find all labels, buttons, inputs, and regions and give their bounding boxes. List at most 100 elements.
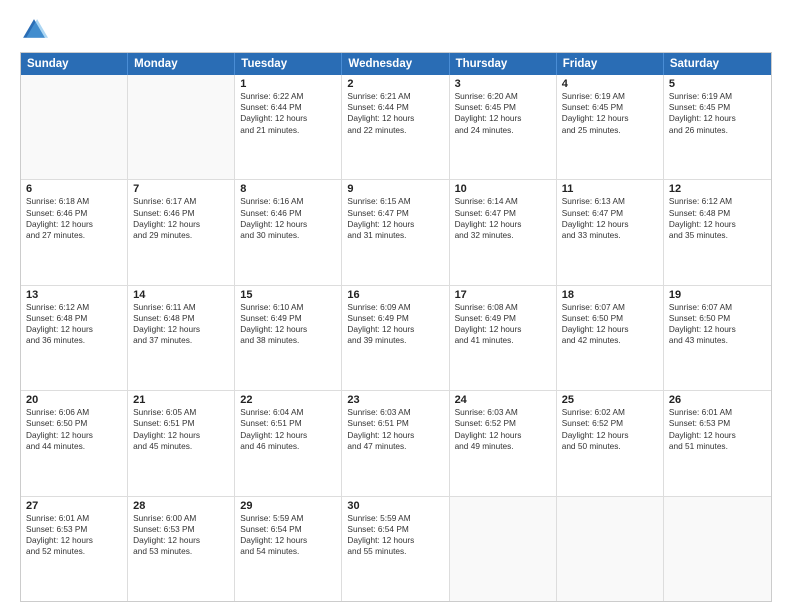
cell-info-line: and 32 minutes. [455,230,551,241]
day-cell-25: 25Sunrise: 6:02 AMSunset: 6:52 PMDayligh… [557,391,664,495]
cell-info-line: Sunrise: 6:09 AM [347,302,443,313]
cell-info-line: Sunset: 6:54 PM [240,524,336,535]
day-number: 22 [240,394,336,406]
cell-info-line: Sunset: 6:50 PM [669,313,766,324]
day-cell-28: 28Sunrise: 6:00 AMSunset: 6:53 PMDayligh… [128,497,235,601]
cell-info-line: Sunset: 6:46 PM [133,208,229,219]
day-number: 10 [455,183,551,195]
cell-info-line: Sunrise: 6:20 AM [455,91,551,102]
day-number: 28 [133,500,229,512]
day-cell-14: 14Sunrise: 6:11 AMSunset: 6:48 PMDayligh… [128,286,235,390]
cell-info-line: Daylight: 12 hours [347,535,443,546]
day-cell-5: 5Sunrise: 6:19 AMSunset: 6:45 PMDaylight… [664,75,771,179]
weekday-header-sunday: Sunday [21,53,128,75]
calendar-row-5: 27Sunrise: 6:01 AMSunset: 6:53 PMDayligh… [21,497,771,601]
cell-info-line: Sunrise: 6:13 AM [562,196,658,207]
day-number: 21 [133,394,229,406]
day-number: 16 [347,289,443,301]
day-cell-7: 7Sunrise: 6:17 AMSunset: 6:46 PMDaylight… [128,180,235,284]
cell-info-line: Sunrise: 6:05 AM [133,407,229,418]
day-number: 2 [347,78,443,90]
cell-info-line: Sunset: 6:47 PM [455,208,551,219]
cell-info-line: Sunset: 6:47 PM [347,208,443,219]
cell-info-line: Daylight: 12 hours [347,113,443,124]
cell-info-line: Sunset: 6:45 PM [562,102,658,113]
day-number: 7 [133,183,229,195]
cell-info-line: and 50 minutes. [562,441,658,452]
day-cell-19: 19Sunrise: 6:07 AMSunset: 6:50 PMDayligh… [664,286,771,390]
weekday-header-monday: Monday [128,53,235,75]
cell-info-line: Sunrise: 6:06 AM [26,407,122,418]
cell-info-line: Sunset: 6:53 PM [133,524,229,535]
day-number: 26 [669,394,766,406]
cell-info-line: Sunrise: 6:07 AM [562,302,658,313]
day-cell-20: 20Sunrise: 6:06 AMSunset: 6:50 PMDayligh… [21,391,128,495]
cell-info-line: Sunset: 6:45 PM [455,102,551,113]
cell-info-line: Sunrise: 6:15 AM [347,196,443,207]
cell-info-line: and 31 minutes. [347,230,443,241]
cell-info-line: and 53 minutes. [133,546,229,557]
day-cell-18: 18Sunrise: 6:07 AMSunset: 6:50 PMDayligh… [557,286,664,390]
cell-info-line: and 25 minutes. [562,125,658,136]
day-number: 11 [562,183,658,195]
cell-info-line: Daylight: 12 hours [347,219,443,230]
calendar-header: SundayMondayTuesdayWednesdayThursdayFrid… [21,53,771,75]
cell-info-line: Sunrise: 6:08 AM [455,302,551,313]
cell-info-line: Sunrise: 6:17 AM [133,196,229,207]
cell-info-line: Daylight: 12 hours [455,430,551,441]
empty-cell [21,75,128,179]
cell-info-line: and 51 minutes. [669,441,766,452]
cell-info-line: Sunrise: 5:59 AM [240,513,336,524]
cell-info-line: Sunset: 6:52 PM [455,418,551,429]
cell-info-line: and 54 minutes. [240,546,336,557]
day-cell-2: 2Sunrise: 6:21 AMSunset: 6:44 PMDaylight… [342,75,449,179]
cell-info-line: and 38 minutes. [240,335,336,346]
cell-info-line: Daylight: 12 hours [133,324,229,335]
day-number: 1 [240,78,336,90]
cell-info-line: and 37 minutes. [133,335,229,346]
header [20,16,772,44]
cell-info-line: Sunset: 6:46 PM [26,208,122,219]
cell-info-line: and 43 minutes. [669,335,766,346]
cell-info-line: Daylight: 12 hours [26,324,122,335]
day-number: 15 [240,289,336,301]
cell-info-line: Sunset: 6:44 PM [240,102,336,113]
cell-info-line: Sunrise: 6:01 AM [26,513,122,524]
cell-info-line: and 27 minutes. [26,230,122,241]
weekday-header-wednesday: Wednesday [342,53,449,75]
cell-info-line: and 52 minutes. [26,546,122,557]
calendar-row-2: 6Sunrise: 6:18 AMSunset: 6:46 PMDaylight… [21,180,771,285]
cell-info-line: Sunrise: 6:22 AM [240,91,336,102]
cell-info-line: and 35 minutes. [669,230,766,241]
cell-info-line: Daylight: 12 hours [133,430,229,441]
cell-info-line: Daylight: 12 hours [562,430,658,441]
cell-info-line: Daylight: 12 hours [562,113,658,124]
cell-info-line: Daylight: 12 hours [562,324,658,335]
cell-info-line: Sunset: 6:51 PM [347,418,443,429]
cell-info-line: Sunrise: 6:00 AM [133,513,229,524]
cell-info-line: Daylight: 12 hours [455,324,551,335]
day-number: 29 [240,500,336,512]
cell-info-line: Sunset: 6:48 PM [669,208,766,219]
day-cell-13: 13Sunrise: 6:12 AMSunset: 6:48 PMDayligh… [21,286,128,390]
day-number: 5 [669,78,766,90]
weekday-header-thursday: Thursday [450,53,557,75]
cell-info-line: Sunset: 6:52 PM [562,418,658,429]
cell-info-line: and 36 minutes. [26,335,122,346]
logo-icon [20,16,48,44]
cell-info-line: Daylight: 12 hours [347,430,443,441]
day-cell-17: 17Sunrise: 6:08 AMSunset: 6:49 PMDayligh… [450,286,557,390]
cell-info-line: and 42 minutes. [562,335,658,346]
weekday-header-friday: Friday [557,53,664,75]
cell-info-line: Daylight: 12 hours [562,219,658,230]
cell-info-line: Sunset: 6:51 PM [133,418,229,429]
cell-info-line: Daylight: 12 hours [669,219,766,230]
cell-info-line: Sunset: 6:50 PM [26,418,122,429]
cell-info-line: and 49 minutes. [455,441,551,452]
cell-info-line: Sunset: 6:44 PM [347,102,443,113]
day-cell-21: 21Sunrise: 6:05 AMSunset: 6:51 PMDayligh… [128,391,235,495]
logo [20,16,50,44]
cell-info-line: Daylight: 12 hours [669,113,766,124]
cell-info-line: Sunset: 6:49 PM [347,313,443,324]
cell-info-line: Sunset: 6:48 PM [26,313,122,324]
